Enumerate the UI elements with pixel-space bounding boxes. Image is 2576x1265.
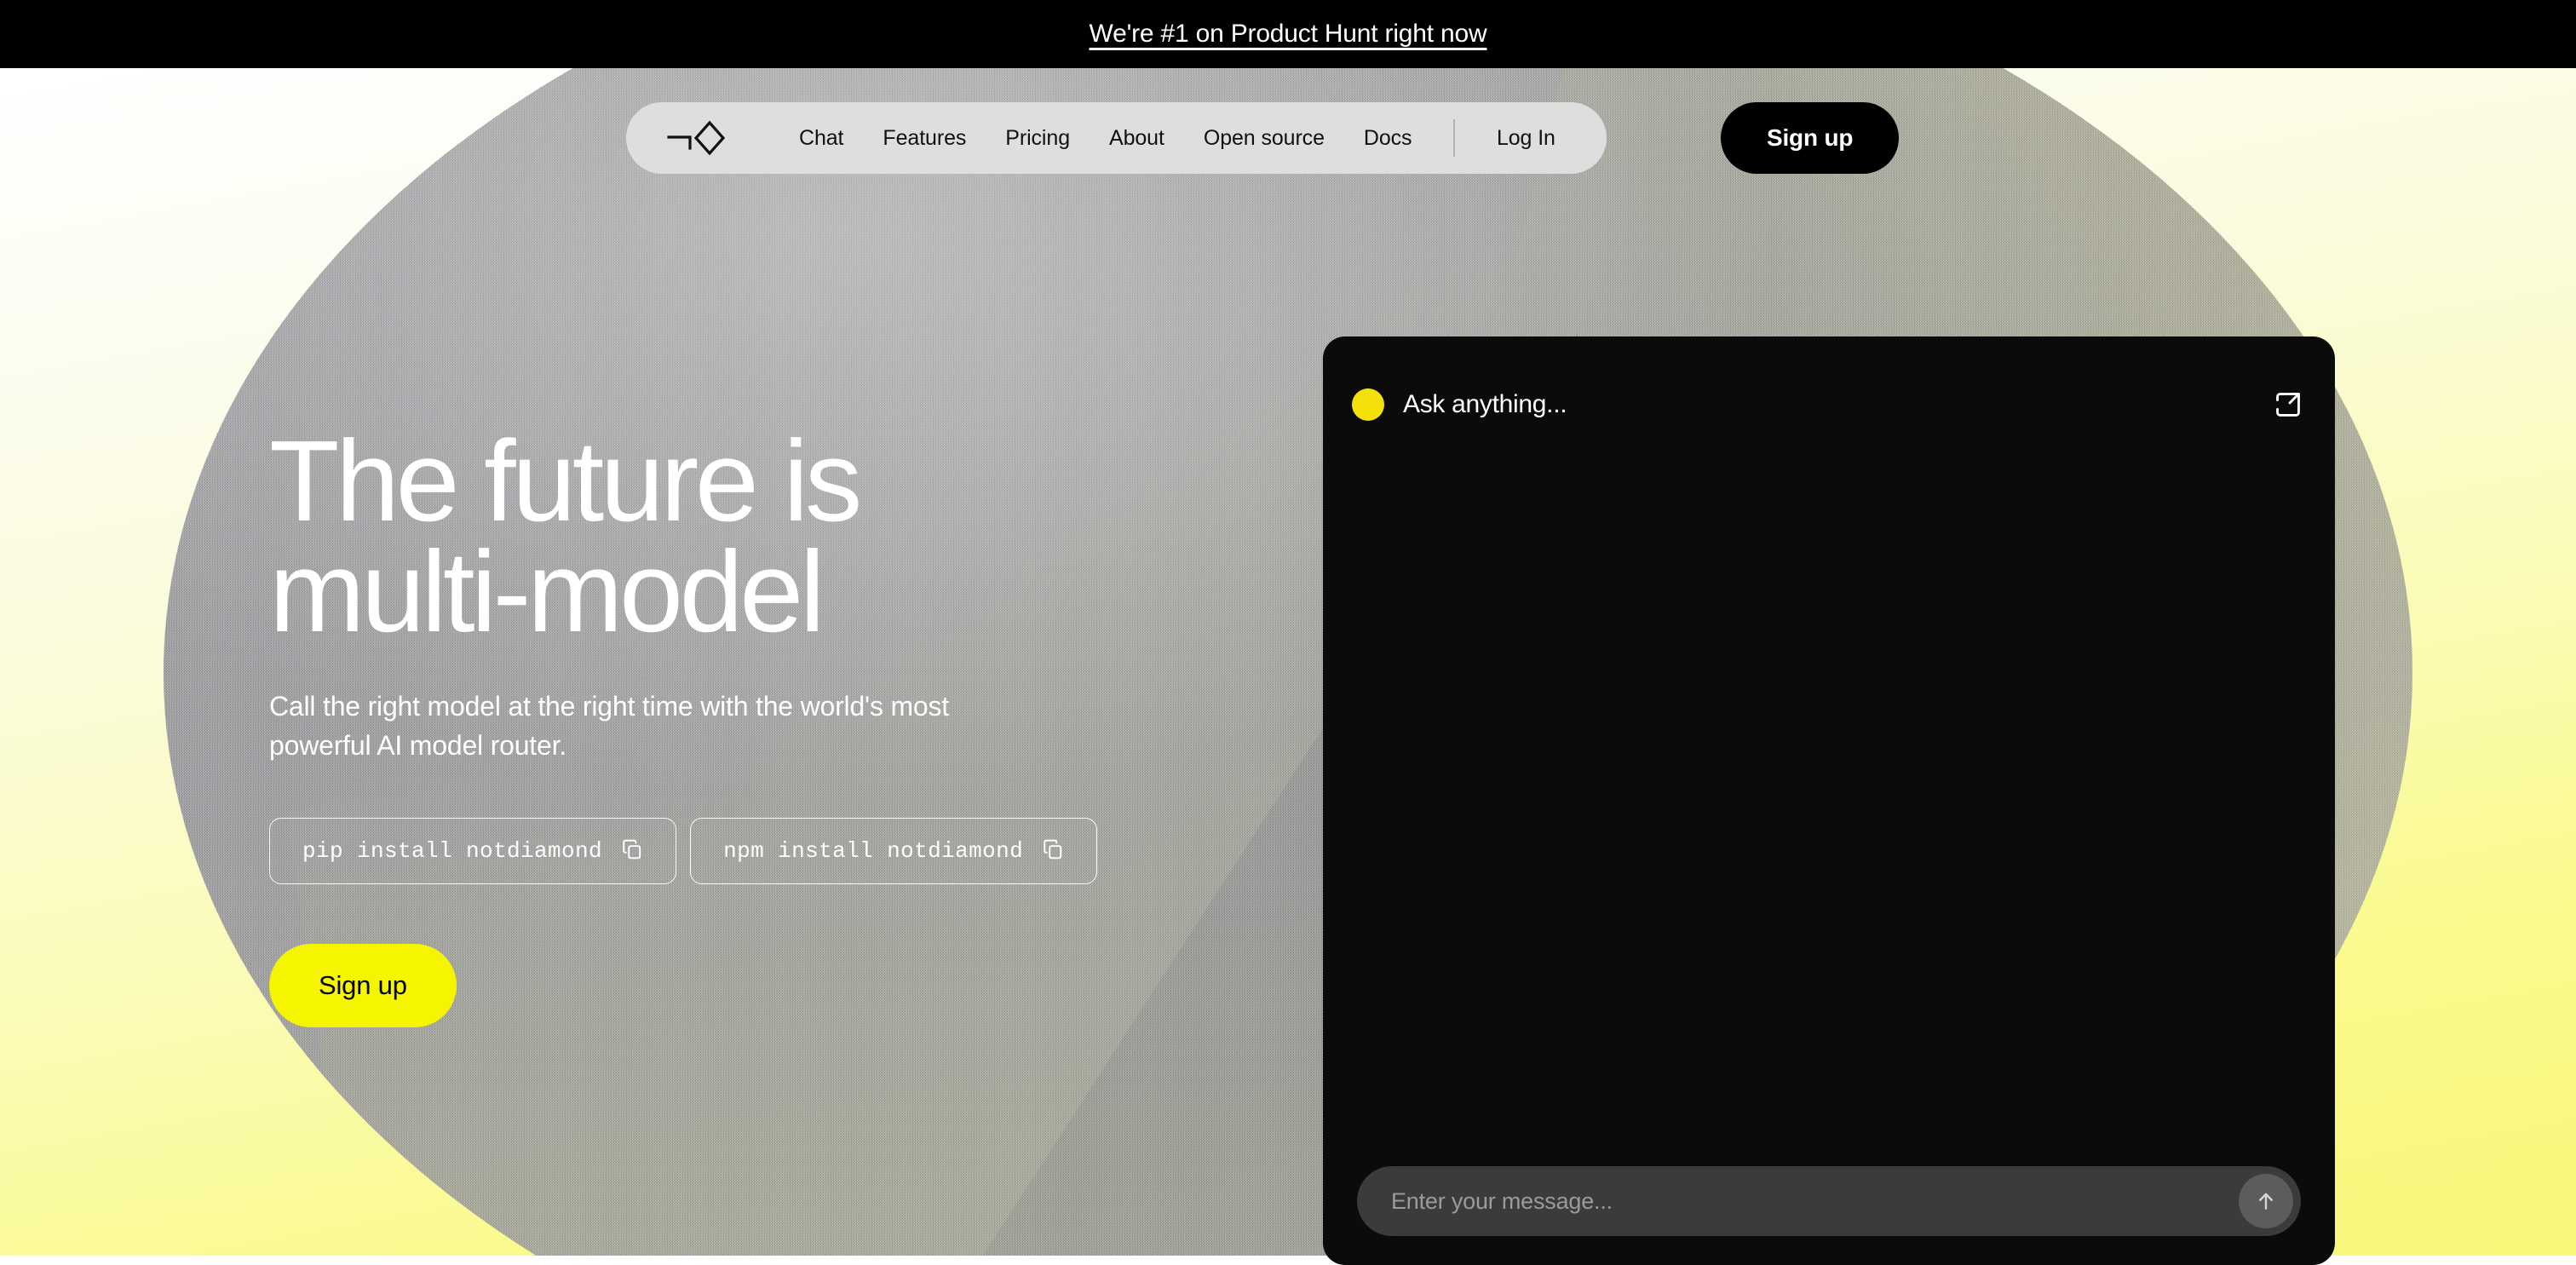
copy-icon[interactable] [621, 838, 643, 865]
send-button[interactable] [2239, 1174, 2293, 1228]
nav-pill: Chat Features Pricing About Open source … [626, 102, 1607, 174]
install-commands-row: pip install notdiamond npm install notdi… [269, 818, 1274, 885]
nav-link-docs[interactable]: Docs [1344, 126, 1432, 151]
not-diamond-logo-icon[interactable] [667, 119, 727, 157]
copy-icon[interactable] [1042, 838, 1064, 865]
nav-link-pricing[interactable]: Pricing [986, 126, 1090, 151]
install-pill-pip[interactable]: pip install notdiamond [269, 818, 677, 885]
chat-panel: Ask anything... Write a merge sort in Py… [1323, 336, 2335, 1265]
nav-signup-button[interactable]: Sign up [1721, 102, 1900, 174]
announcement-link[interactable]: We're #1 on Product Hunt right now [1090, 20, 1487, 49]
install-command-pip: pip install notdiamond [302, 838, 603, 865]
hero-heading-line-2: multi-model [269, 526, 825, 656]
nav-link-login[interactable]: Log In [1477, 126, 1567, 151]
chat-header: Ask anything... [1352, 381, 2306, 428]
status-dot-icon [1352, 388, 1384, 421]
nav-link-open-source[interactable]: Open source [1184, 126, 1344, 151]
announcement-bar: We're #1 on Product Hunt right now [0, 0, 2576, 68]
page-title: The future is multi-model [269, 423, 1274, 649]
hero-subheading: Call the right model at the right time w… [269, 691, 950, 761]
navbar: Chat Features Pricing About Open source … [0, 102, 2576, 179]
install-command-npm: npm install notdiamond [723, 838, 1024, 865]
nav-link-about[interactable]: About [1090, 126, 1184, 151]
chat-composer [1357, 1166, 2301, 1236]
hero-signup-button[interactable]: Sign up [269, 944, 457, 1028]
install-pill-npm[interactable]: npm install notdiamond [690, 818, 1098, 885]
hero-copy: The future is multi-model Call the right… [269, 423, 1274, 1028]
expand-icon[interactable] [2270, 387, 2306, 423]
chat-message-input[interactable] [1391, 1187, 2239, 1215]
hero-heading-line-1: The future is [269, 417, 862, 545]
nav-link-features[interactable]: Features [863, 126, 986, 151]
nav-divider [1453, 119, 1455, 157]
nav-link-chat[interactable]: Chat [779, 126, 863, 151]
chat-title: Ask anything... [1403, 390, 1567, 418]
